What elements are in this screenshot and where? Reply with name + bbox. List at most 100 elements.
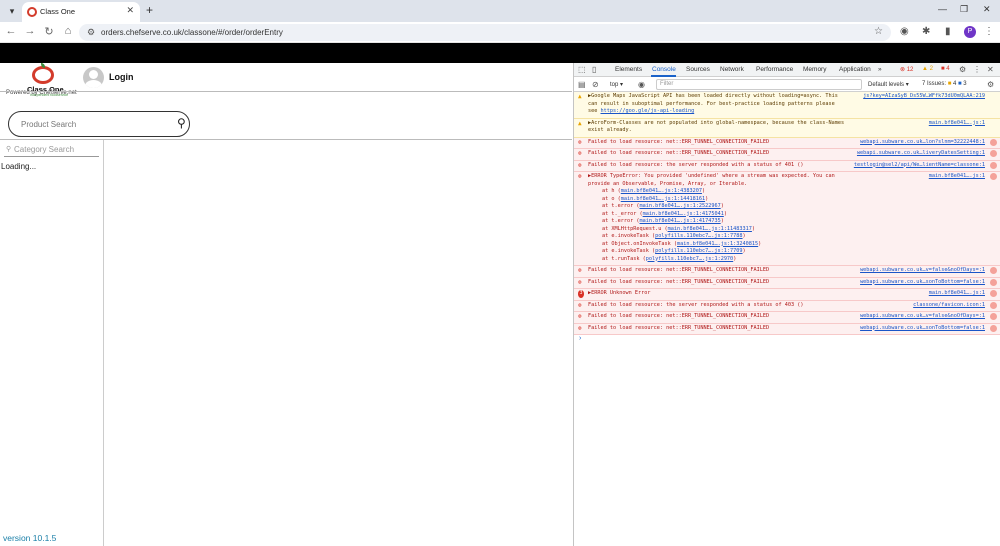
message-source-link[interactable]: webapi.subware.co.uk…sonToBottom=false:1 <box>860 279 985 287</box>
close-icon[interactable]: ✕ <box>126 5 134 16</box>
back-icon[interactable]: ← <box>4 25 18 37</box>
message-source-link[interactable]: main.bf8e041….js:1 <box>929 290 985 298</box>
stack-function: at e.invokeTask ( <box>602 233 656 239</box>
message-source-link[interactable]: main.bf8e041….js:1 <box>929 120 985 128</box>
stack-location-link[interactable]: main.bf8e041….js:1:4383207 <box>621 188 702 194</box>
user-avatar-icon[interactable] <box>83 67 104 88</box>
ai-explain-icon[interactable] <box>990 150 997 157</box>
message-body: Failed to load resource: net::ERR_TUNNEL… <box>588 278 770 285</box>
tab-application[interactable]: Application <box>839 66 871 73</box>
site-info-icon[interactable]: ⚙ <box>87 27 95 38</box>
stack-location-link[interactable]: polyfills.110ebc7….js:1:2970 <box>646 256 733 262</box>
extension-icon[interactable]: ◉ <box>900 26 909 37</box>
stack-function: at e.invokeTask ( <box>602 248 656 254</box>
message-source-link[interactable]: classone/favicon.icon:1 <box>913 302 985 310</box>
maximize-icon[interactable]: ❐ <box>960 4 968 15</box>
browser-tab[interactable]: Class One ✕ <box>22 2 140 22</box>
settings-gear-icon[interactable]: ⚙ <box>959 65 966 74</box>
stack-frame: at XMLHttpRequest.u (main.bf8e041….js:1:… <box>588 226 997 234</box>
login-link[interactable]: Login <box>109 72 134 82</box>
search-icon[interactable]: ⚲ <box>177 116 186 130</box>
ai-explain-icon[interactable] <box>990 138 997 146</box>
forward-icon[interactable]: → <box>23 25 37 37</box>
profile-avatar[interactable]: P <box>964 26 976 38</box>
stack-function: at t.error ( <box>602 203 640 209</box>
product-search-input[interactable]: Product Search ⚲ <box>8 111 190 137</box>
ai-explain-icon[interactable] <box>990 161 997 169</box>
console-message: ▲ ▶AcroForm-Classes are not populated int… <box>574 118 1000 138</box>
tab-title: Class One <box>40 7 76 16</box>
message-source-link[interactable]: main.bf8e041….js:1 <box>929 173 985 181</box>
live-expression-eye-icon[interactable]: ◉ <box>638 80 645 89</box>
message-body: ▶ERROR Unknown Error <box>588 290 651 296</box>
side-panel-icon[interactable]: ▮ <box>945 26 951 37</box>
console-settings-icon[interactable]: ⚙ <box>987 80 994 89</box>
extensions-puzzle-icon[interactable]: ✱ <box>922 26 930 37</box>
menu-dots-icon[interactable]: ⋮ <box>984 26 994 37</box>
console-filter-input[interactable]: Filter <box>656 79 862 90</box>
address-bar[interactable]: ⚙ orders.chefserve.co.uk/classone/#/orde… <box>79 24 891 41</box>
ai-explain-icon[interactable] <box>990 290 997 297</box>
tab-sources[interactable]: Sources <box>686 66 710 73</box>
new-tab-icon[interactable]: + <box>146 3 153 17</box>
minimize-icon[interactable]: — <box>938 4 947 14</box>
clear-console-icon[interactable]: ⊘ <box>592 80 599 89</box>
home-icon[interactable]: ⌂ <box>61 25 75 37</box>
stack-location-link[interactable]: main.bf8e041….js:1:11483317 <box>668 226 752 232</box>
context-select[interactable]: top ▾ <box>610 81 623 88</box>
tab-elements[interactable]: Elements <box>615 66 642 73</box>
inspect-icon[interactable]: ⬚ <box>578 65 586 74</box>
log-levels-select[interactable]: Default levels ▾ <box>868 81 909 88</box>
issues-warning-icon: ■ <box>947 81 952 87</box>
url-text[interactable]: orders.chefserve.co.uk/classone/#/order/… <box>101 28 283 37</box>
stack-frame: at Object.onInvokeTask (main.bf8e041….js… <box>588 241 997 249</box>
window-close-icon[interactable]: ✕ <box>983 4 991 15</box>
message-source-link[interactable]: webapi.subware.co.uk…sonToBottom=false:1 <box>860 325 985 333</box>
ai-explain-icon[interactable] <box>990 278 997 286</box>
sidebar-toggle-icon[interactable]: ▤ <box>578 80 586 89</box>
ai-explain-icon[interactable] <box>990 313 997 320</box>
ai-explain-icon[interactable] <box>990 324 997 332</box>
console-prompt[interactable]: › <box>574 335 1000 345</box>
stack-location-link[interactable]: main.bf8e041….js:1:2522967 <box>639 203 720 209</box>
stack-frame: at t._error (main.bf8e041….js:1:4175041) <box>588 211 997 219</box>
issues-link[interactable]: 7 Issues: ■ 4 ■ 3 <box>922 81 967 87</box>
category-search-input[interactable]: ⚲ Category Search <box>4 143 99 157</box>
device-toolbar-icon[interactable]: ▯ <box>592 65 596 74</box>
message-source-link[interactable]: testlogin@sel2/api/We…lientName=classone… <box>854 162 985 170</box>
tab-network[interactable]: Network <box>720 66 744 73</box>
devtools-panel: ⬚ ▯ Elements Console Sources Network Per… <box>573 63 1000 546</box>
tab-console[interactable]: Console <box>652 66 676 73</box>
ai-explain-icon[interactable] <box>990 267 997 274</box>
reload-icon[interactable]: ↻ <box>42 25 56 38</box>
more-tabs-icon[interactable]: » <box>878 66 882 73</box>
tab-memory[interactable]: Memory <box>803 66 826 73</box>
info-count-badge[interactable]: ■ 4 <box>941 66 950 72</box>
message-source-link[interactable]: webapi.subware.co.uk…v=false&noOfDays=:1 <box>860 267 985 275</box>
more-options-icon[interactable]: ⋮ <box>973 65 981 74</box>
message-source-link[interactable]: js?key=AIzaSyB_Ds55W…WFfk73dU0mQLAA:219 <box>863 93 985 101</box>
tab-performance[interactable]: Performance <box>756 66 793 73</box>
console-message: ⊗ ▶ERROR TypeError: You provided 'undefin… <box>574 172 1000 266</box>
tab-search-icon[interactable]: ▾ <box>5 4 19 18</box>
bookmark-star-icon[interactable]: ☆ <box>874 26 883 37</box>
console-message: ⊗ Failed to load resource: net::ERR_TUNNE… <box>574 149 1000 161</box>
stack-location-link[interactable]: polyfills.110ebc7….js:1:7709 <box>655 248 742 254</box>
stack-location-link[interactable]: main.bf8e041….js:1:3240815 <box>677 241 758 247</box>
ai-explain-icon[interactable] <box>990 301 997 309</box>
message-source-link[interactable]: webapi.subware.co.uk…lon?slnm=32222448:1 <box>860 139 985 147</box>
stack-location-link[interactable]: polyfills.110ebc7….js:1:7788 <box>655 233 742 239</box>
message-source-link[interactable]: webapi.subware.co.uk…liveryDatesSetting:… <box>857 150 985 158</box>
error-count-badge[interactable]: ⊗ 12 <box>900 66 913 73</box>
close-devtools-icon[interactable]: ✕ <box>987 65 994 74</box>
stack-location-link[interactable]: main.bf8e041….js:1:4175041 <box>643 211 724 217</box>
message-link[interactable]: https://goo.gle/js-api-loading <box>601 108 695 114</box>
stack-location-link[interactable]: main.bf8e041….js:1:14418161 <box>621 196 705 202</box>
stack-location-link[interactable]: main.bf8e041….js:1:4174735 <box>639 218 720 224</box>
stack-close: ) <box>751 225 756 232</box>
site-header-bar <box>0 43 1000 63</box>
ai-explain-icon[interactable] <box>990 173 997 180</box>
message-source-link[interactable]: webapi.subware.co.uk…v=false&noOfDays=:1 <box>860 313 985 321</box>
favicon-icon <box>27 7 37 17</box>
warning-count-badge[interactable]: ▲ 2 <box>922 66 933 72</box>
